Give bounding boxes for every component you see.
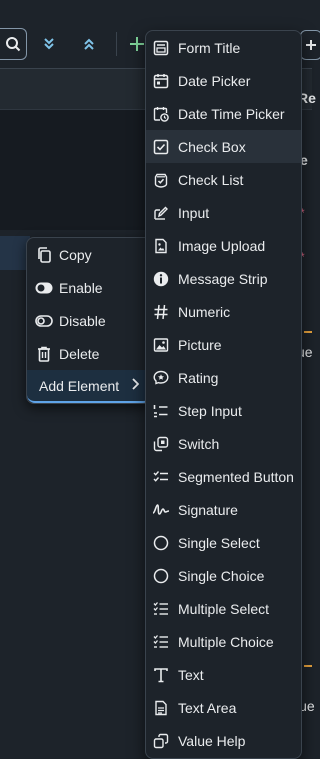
context-menu-label: Add Element [39, 377, 120, 394]
context-menu-copy[interactable]: Copy [27, 238, 151, 271]
double-chevron-down-icon [42, 37, 56, 51]
text-area-icon [152, 699, 170, 717]
context-menu-label: Disable [59, 312, 106, 329]
submenu-item-rating[interactable]: Rating [146, 361, 301, 394]
submenu-item-label: Rating [178, 369, 219, 386]
submenu-item-label: Switch [178, 435, 220, 452]
submenu-item-label: Numeric [178, 303, 231, 320]
text-icon [152, 666, 170, 684]
submenu-item-step-input[interactable]: Step Input [146, 394, 301, 427]
context-menu-enable[interactable]: Enable [27, 271, 151, 304]
submenu-item-value-help[interactable]: Value Help [146, 724, 301, 757]
chevron-right-icon [131, 378, 139, 390]
context-menu-add-element[interactable]: Add Element [27, 370, 151, 403]
expand-all-button[interactable] [36, 30, 62, 58]
hash-icon [152, 303, 170, 321]
submenu-item-text-area[interactable]: Text Area [146, 691, 301, 724]
search-button[interactable] [0, 28, 27, 60]
info-icon [152, 270, 170, 288]
search-icon [5, 36, 21, 52]
plus-icon [129, 36, 145, 52]
submenu-item-picture[interactable]: Picture [146, 328, 301, 361]
submenu-item-text[interactable]: Text [146, 658, 301, 691]
calendar-icon [152, 72, 170, 90]
collapse-all-button[interactable] [76, 30, 102, 58]
context-menu-label: Delete [59, 345, 100, 362]
form-title-icon [152, 39, 170, 57]
submenu-item-multiple-select[interactable]: Multiple Select [146, 592, 301, 625]
submenu-item-date-picker[interactable]: Date Picker [146, 64, 301, 97]
submenu-item-label: Step Input [178, 402, 242, 419]
submenu-item-numeric[interactable]: Numeric [146, 295, 301, 328]
rating-icon [152, 369, 170, 387]
submenu-item-label: Image Upload [178, 237, 266, 254]
toggle-off-icon [35, 312, 53, 330]
submenu-item-label: Segmented Button [178, 468, 294, 485]
multi-list-icon [152, 633, 170, 651]
submenu-item-label: Check Box [178, 138, 246, 155]
calendar-clock-icon [152, 105, 170, 123]
context-menu-label: Enable [59, 279, 103, 296]
picture-icon [152, 336, 170, 354]
copy-icon [35, 246, 53, 264]
submenu-item-input[interactable]: Input [146, 196, 301, 229]
double-chevron-up-icon [82, 37, 96, 51]
submenu-item-check-list[interactable]: Check List [146, 163, 301, 196]
checklist-icon [152, 171, 170, 189]
submenu-item-switch[interactable]: Switch [146, 427, 301, 460]
input-edit-icon [152, 204, 170, 222]
submenu-item-label: Date Picker [178, 72, 251, 89]
submenu-item-label: Value Help [178, 732, 246, 749]
submenu-item-label: Text [178, 666, 204, 683]
submenu-item-check-box[interactable]: Check Box [146, 130, 301, 163]
signature-icon [152, 501, 170, 519]
submenu-item-signature[interactable]: Signature [146, 493, 301, 526]
trash-icon [35, 345, 53, 363]
image-upload-icon [152, 237, 170, 255]
plus-icon [305, 39, 317, 51]
submenu-item-label: Picture [178, 336, 222, 353]
submenu-item-single-select[interactable]: Single Select [146, 526, 301, 559]
submenu-item-label: Multiple Select [178, 600, 270, 617]
segmented-button-icon [152, 468, 170, 486]
toolbar-overflow-button[interactable] [300, 30, 320, 60]
add-element-submenu: Form Title Date Picker Date Time Picker … [145, 30, 302, 759]
context-menu-disable[interactable]: Disable [27, 304, 151, 337]
submenu-item-form-title[interactable]: Form Title [146, 31, 301, 64]
submenu-item-image-upload[interactable]: Image Upload [146, 229, 301, 262]
submenu-item-multiple-choice[interactable]: Multiple Choice [146, 625, 301, 658]
multi-list-icon [152, 600, 170, 618]
submenu-item-message-strip[interactable]: Message Strip [146, 262, 301, 295]
submenu-item-label: Signature [178, 501, 238, 518]
tree-panel [0, 110, 150, 230]
toolbar-divider [116, 32, 117, 56]
context-menu: Copy Enable Disable Delete Add Element [26, 237, 152, 404]
switch-icon [152, 435, 170, 453]
submenu-item-single-choice[interactable]: Single Choice [146, 559, 301, 592]
submenu-item-label: Single Select [178, 534, 260, 551]
radio-icon [152, 534, 170, 552]
submenu-item-label: Input [178, 204, 210, 221]
submenu-item-label: Date Time Picker [178, 105, 285, 122]
submenu-item-segmented-button[interactable]: Segmented Button [146, 460, 301, 493]
highlight-marker [304, 665, 312, 667]
step-input-icon [152, 402, 170, 420]
context-menu-label: Copy [59, 246, 92, 263]
context-menu-delete[interactable]: Delete [27, 337, 151, 370]
highlight-marker [304, 331, 312, 333]
submenu-item-label: Text Area [178, 699, 237, 716]
submenu-item-label: Single Choice [178, 567, 265, 584]
value-help-icon [152, 732, 170, 750]
checkbox-icon [152, 138, 170, 156]
radio-icon [152, 567, 170, 585]
submenu-item-label: Message Strip [178, 270, 268, 287]
submenu-item-date-time-picker[interactable]: Date Time Picker [146, 97, 301, 130]
submenu-item-label: Multiple Choice [178, 633, 274, 650]
submenu-item-label: Check List [178, 171, 244, 188]
submenu-item-label: Form Title [178, 39, 241, 56]
toggle-on-icon [35, 279, 53, 297]
